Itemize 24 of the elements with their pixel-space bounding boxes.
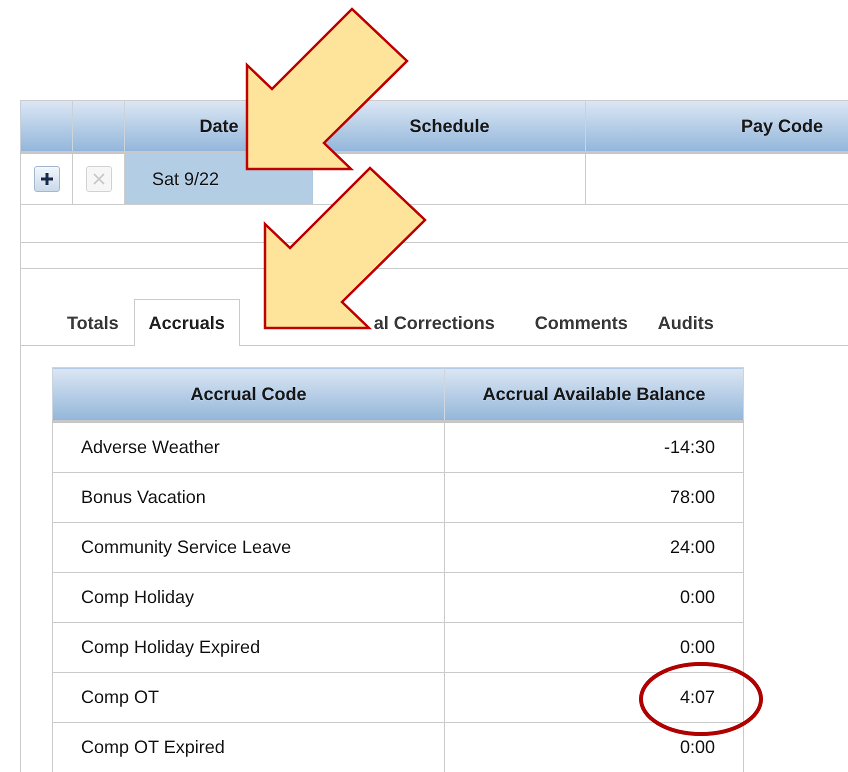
tab[interactable]: Audits [642, 300, 729, 346]
plus-icon [40, 172, 54, 186]
tab[interactable]: al Corrections [240, 300, 520, 346]
table-cell: Adverse Weather [52, 422, 444, 472]
tab[interactable]: Accruals [134, 299, 240, 346]
table-cell: Comp OT Expired [52, 722, 444, 772]
tab[interactable]: Comments [520, 300, 643, 346]
add-button[interactable] [34, 166, 60, 192]
table-cell: Comp OT [52, 672, 444, 722]
column-header: Pay Code [585, 101, 848, 151]
table-cell: Community Service Leave [52, 522, 444, 572]
close-icon [92, 173, 104, 185]
table-cell: Bonus Vacation [52, 472, 444, 522]
table-cell: Comp Holiday Expired [52, 622, 444, 672]
tab[interactable]: Totals [52, 300, 134, 346]
table-cell: -14:30 [444, 422, 744, 472]
column-header: Accrual Available Balance [444, 368, 744, 422]
table-cell: 0:00 [444, 572, 744, 622]
arrow-icon [246, 8, 408, 170]
table-cell: 24:00 [444, 522, 744, 572]
table-cell: 0:00 [444, 622, 744, 672]
table-cell: Comp Holiday [52, 572, 444, 622]
table-cell: 78:00 [444, 472, 744, 522]
column-header: Accrual Code [52, 368, 444, 422]
